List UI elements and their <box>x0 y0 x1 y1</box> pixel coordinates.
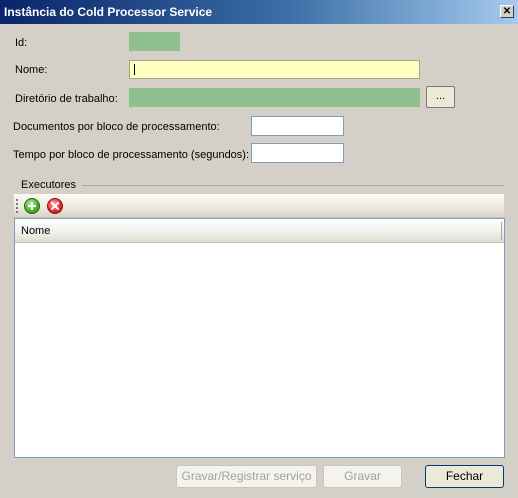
window-title: Instância do Cold Processor Service <box>4 5 213 19</box>
gravar-button[interactable]: Gravar <box>323 465 402 488</box>
close-icon: ✕ <box>502 6 512 17</box>
diretorio-field[interactable] <box>129 88 420 107</box>
tempo-label: Tempo por bloco de processamento (segund… <box>13 149 250 161</box>
browse-button[interactable]: ... <box>426 86 455 108</box>
close-button[interactable]: ✕ <box>500 5 514 18</box>
column-divider <box>501 222 502 240</box>
executores-group-label: Executores <box>15 179 83 191</box>
column-header-nome[interactable]: Nome <box>15 219 504 243</box>
executores-grid[interactable]: Nome <box>14 218 505 458</box>
add-icon[interactable] <box>24 198 40 214</box>
documentos-input[interactable] <box>251 116 344 136</box>
id-label: Id: <box>15 37 28 49</box>
title-bar[interactable]: Instância do Cold Processor Service ✕ <box>0 0 518 24</box>
documentos-label: Documentos por bloco de processamento: <box>13 121 220 133</box>
toolbar-grip[interactable] <box>16 199 18 213</box>
diretorio-label: Diretório de trabalho: <box>15 93 118 105</box>
nome-input[interactable] <box>129 60 420 79</box>
remove-icon[interactable] <box>47 198 63 214</box>
text-caret <box>134 64 135 75</box>
id-field[interactable] <box>129 32 180 51</box>
group-divider <box>80 185 504 186</box>
column-header-label: Nome <box>21 225 51 237</box>
fechar-button[interactable]: Fechar <box>425 465 504 488</box>
executores-toolbar <box>14 194 504 218</box>
nome-label: Nome: <box>15 64 48 76</box>
dialog-window: Instância do Cold Processor Service ✕ Id… <box>0 0 518 498</box>
tempo-input[interactable] <box>251 143 344 163</box>
gravar-registrar-button[interactable]: Gravar/Registrar serviço <box>176 465 317 488</box>
